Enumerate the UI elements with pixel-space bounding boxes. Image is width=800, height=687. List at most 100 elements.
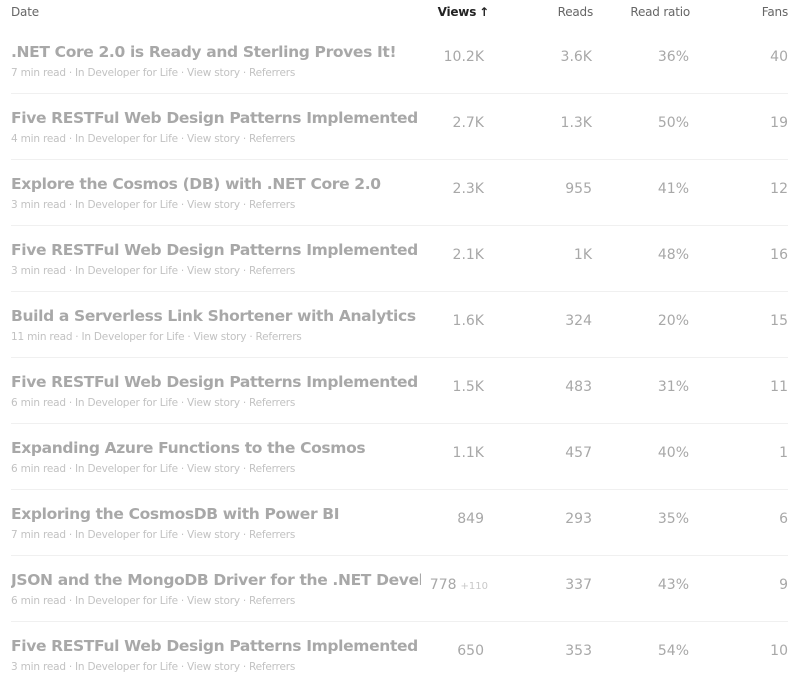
story-title[interactable]: Expanding Azure Functions to the Cosmos: [11, 439, 421, 457]
views-count: 1.1K: [452, 445, 484, 461]
publication-link[interactable]: In Developer for Life: [75, 397, 178, 409]
referrers-link[interactable]: Referrers: [249, 529, 295, 541]
separator: ·: [242, 67, 246, 79]
views-count: 778: [429, 577, 457, 593]
story-meta: 6 min read · In Developer for Life · View st…: [11, 463, 295, 475]
referrers-link[interactable]: Referrers: [249, 67, 295, 79]
referrers-link[interactable]: Referrers: [249, 463, 295, 475]
publication-link[interactable]: In Developer for Life: [75, 661, 178, 673]
story-meta: 6 min read · In Developer for Life · View st…: [11, 595, 295, 607]
view-story-link[interactable]: View story: [187, 397, 240, 409]
read-ratio-value: 48%: [657, 247, 689, 263]
view-story-link[interactable]: View story: [187, 595, 240, 607]
stats-table: Date Views ↑ Reads Read ratio Fans .NET C…: [0, 0, 800, 687]
story-title[interactable]: Five RESTFul Web Design Patterns Impleme…: [11, 637, 421, 655]
table-body: .NET Core 2.0 is Ready and Sterling Prov…: [0, 28, 800, 687]
views-value: 2.3K: [453, 181, 488, 197]
read-ratio-value: 41%: [657, 181, 689, 197]
referrers-link[interactable]: Referrers: [249, 133, 295, 145]
publication-link[interactable]: In Developer for Life: [81, 331, 184, 343]
separator: ·: [68, 397, 72, 409]
views-value: 1.6K: [453, 313, 488, 329]
separator: ·: [180, 265, 185, 277]
publication-link[interactable]: In Developer for Life: [75, 463, 178, 475]
view-story-link[interactable]: View story: [187, 199, 240, 211]
view-story-link[interactable]: View story: [194, 331, 247, 343]
separator: ·: [68, 199, 72, 211]
publication-link[interactable]: In Developer for Life: [75, 595, 178, 607]
fans-value: 12: [770, 181, 788, 197]
read-time: 6 min read: [11, 463, 66, 475]
separator: ·: [68, 133, 72, 145]
fans-value: 16: [770, 247, 788, 263]
publication-link[interactable]: In Developer for Life: [75, 67, 178, 79]
view-story-link[interactable]: View story: [187, 529, 240, 541]
column-header-date[interactable]: Date: [11, 5, 39, 19]
story-title[interactable]: Five RESTFul Web Design Patterns Impleme…: [11, 109, 421, 127]
reads-value: 955: [565, 181, 592, 197]
publication-link[interactable]: In Developer for Life: [75, 133, 178, 145]
story-title[interactable]: Five RESTFul Web Design Patterns Impleme…: [11, 373, 421, 391]
read-time: 4 min read: [11, 133, 66, 145]
story-title[interactable]: Explore the Cosmos (DB) with .NET Core 2…: [11, 175, 421, 193]
separator: ·: [180, 463, 185, 475]
views-count: 1.5K: [452, 379, 484, 395]
read-time: 7 min read: [11, 67, 66, 79]
separator: ·: [242, 397, 246, 409]
referrers-link[interactable]: Referrers: [249, 595, 295, 607]
publication-link[interactable]: In Developer for Life: [75, 265, 178, 277]
fans-value: 6: [779, 511, 788, 527]
column-header-views[interactable]: Views ↑: [437, 5, 490, 19]
reads-value: 483: [565, 379, 592, 395]
read-time: 3 min read: [11, 199, 66, 211]
separator: ·: [68, 463, 72, 475]
table-row: Five RESTFul Web Design Patterns Impleme…: [11, 621, 788, 687]
referrers-link[interactable]: Referrers: [249, 265, 295, 277]
table-row: Exploring the CosmosDB with Power BI 7 m…: [11, 489, 788, 555]
story-title[interactable]: Exploring the CosmosDB with Power BI: [11, 505, 421, 523]
separator: ·: [68, 67, 72, 79]
referrers-link[interactable]: Referrers: [249, 199, 295, 211]
referrers-link[interactable]: Referrers: [249, 661, 295, 673]
table-header: Date Views ↑ Reads Read ratio Fans: [0, 0, 800, 28]
story-meta: 3 min read · In Developer for Life · View st…: [11, 199, 295, 211]
read-time: 6 min read: [11, 397, 66, 409]
views-value: 2.7K: [453, 115, 488, 131]
separator: ·: [242, 199, 246, 211]
separator: ·: [242, 661, 246, 673]
story-title[interactable]: Build a Serverless Link Shortener with A…: [11, 307, 421, 325]
views-value: 650: [457, 643, 488, 659]
separator: ·: [180, 661, 185, 673]
table-row: Five RESTFul Web Design Patterns Impleme…: [11, 225, 788, 291]
story-title[interactable]: .NET Core 2.0 is Ready and Sterling Prov…: [11, 43, 421, 61]
views-count: 849: [457, 511, 484, 527]
views-value: 1.1K: [453, 445, 488, 461]
story-title[interactable]: Five RESTFul Web Design Patterns Impleme…: [11, 241, 421, 259]
fans-value: 15: [770, 313, 788, 329]
read-ratio-value: 36%: [657, 49, 689, 65]
referrers-link[interactable]: Referrers: [249, 397, 295, 409]
publication-link[interactable]: In Developer for Life: [75, 529, 178, 541]
story-title[interactable]: JSON and the MongoDB Driver for the .NET…: [11, 571, 421, 589]
reads-value: 1K: [573, 247, 592, 263]
column-header-read-ratio[interactable]: Read ratio: [630, 5, 690, 19]
column-header-fans[interactable]: Fans: [762, 5, 788, 19]
column-header-reads[interactable]: Reads: [558, 5, 594, 19]
table-row: Build a Serverless Link Shortener with A…: [11, 291, 788, 357]
column-header-views-label: Views: [437, 5, 477, 19]
story-meta: 7 min read · In Developer for Life · View st…: [11, 67, 295, 79]
read-time: 11 min read: [11, 331, 73, 343]
separator: ·: [242, 265, 246, 277]
views-value: 1.5K: [453, 379, 488, 395]
view-story-link[interactable]: View story: [187, 463, 240, 475]
views-count: 650: [457, 643, 484, 659]
separator: ·: [242, 133, 246, 145]
view-story-link[interactable]: View story: [187, 661, 240, 673]
referrers-link[interactable]: Referrers: [255, 331, 301, 343]
views-value: 849: [457, 511, 488, 527]
publication-link[interactable]: In Developer for Life: [75, 199, 178, 211]
view-story-link[interactable]: View story: [187, 67, 240, 79]
separator: ·: [75, 331, 79, 343]
view-story-link[interactable]: View story: [187, 265, 240, 277]
view-story-link[interactable]: View story: [187, 133, 240, 145]
